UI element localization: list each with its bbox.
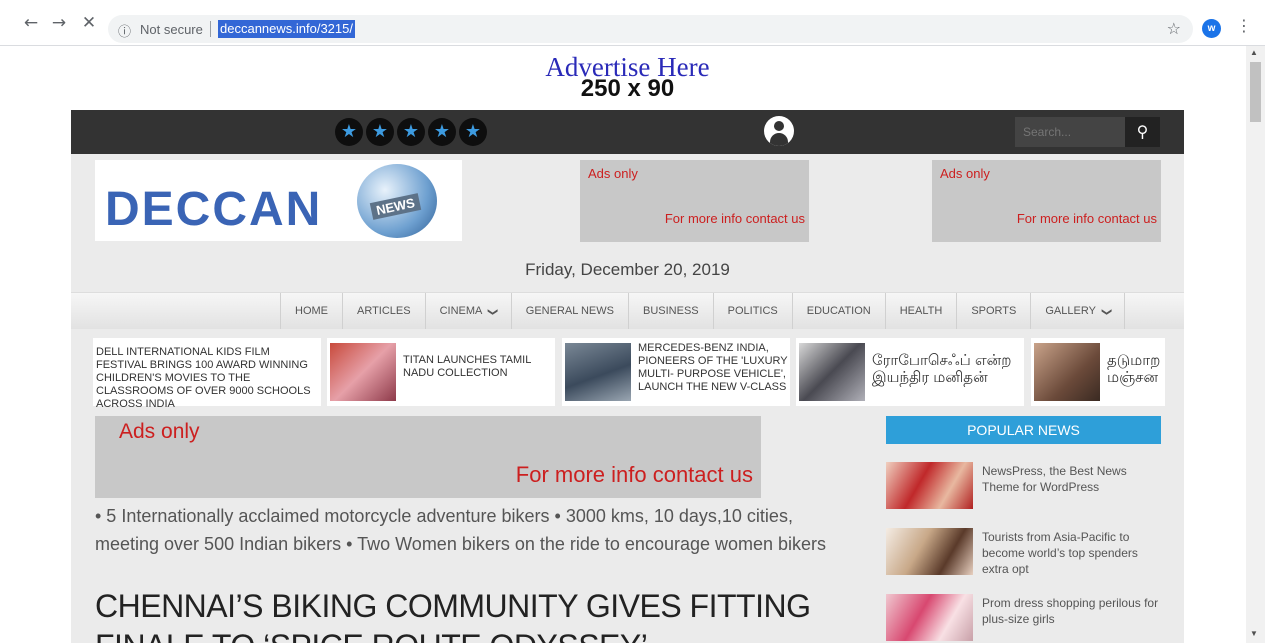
popular-news-thumbnail bbox=[886, 528, 973, 575]
nav-item-cinema[interactable]: CINEMA ❯ bbox=[424, 293, 511, 329]
ad-contact-text: For more info contact us bbox=[1016, 211, 1157, 226]
star-icon[interactable]: ★ bbox=[428, 118, 456, 146]
header-ad-2[interactable]: Ads only For more info contact us bbox=[932, 160, 1161, 242]
star-icon[interactable]: ★ bbox=[335, 118, 363, 146]
ticker-thumbnail bbox=[799, 343, 865, 401]
vertical-scrollbar[interactable]: ▲ ▼ bbox=[1246, 46, 1265, 643]
site-logo[interactable]: DECCAN NEWS bbox=[95, 160, 462, 241]
bookmark-star-icon[interactable]: ☆ bbox=[1167, 19, 1181, 38]
nav-item-education[interactable]: EDUCATION bbox=[791, 293, 885, 329]
security-label[interactable]: Not secure bbox=[140, 22, 203, 37]
nav-item-articles[interactable]: ARTICLES bbox=[342, 293, 425, 329]
star-icon[interactable]: ★ bbox=[459, 118, 487, 146]
nav-item-sports[interactable]: SPORTS bbox=[956, 293, 1030, 329]
scroll-down-arrow-icon[interactable]: ▼ bbox=[1250, 629, 1258, 638]
forward-button[interactable]: → bbox=[50, 14, 68, 32]
search-input[interactable] bbox=[1015, 117, 1125, 147]
nav-item-business[interactable]: BUSINESS bbox=[628, 293, 713, 329]
profile-avatar[interactable]: w bbox=[1202, 19, 1221, 38]
ticker-thumbnail bbox=[330, 343, 396, 401]
chevron-down-icon: ❯ bbox=[487, 307, 499, 317]
ticker-item[interactable]: MERCEDES-BENZ INDIA, PIONEERS OF THE 'LU… bbox=[562, 338, 790, 406]
stop-loading-button[interactable]: ✕ bbox=[80, 14, 98, 32]
ticker-item-title: DELL INTERNATIONAL KIDS FILM FESTIVAL BR… bbox=[96, 346, 311, 410]
nav-item-general-news[interactable]: GENERAL NEWS bbox=[510, 293, 628, 329]
ticker-item[interactable]: தடுமாற மஞ்சன bbox=[1031, 338, 1165, 406]
star-icon[interactable]: ★ bbox=[366, 118, 394, 146]
ticker-item-title: MERCEDES-BENZ INDIA, PIONEERS OF THE 'LU… bbox=[638, 342, 788, 393]
ticker-item[interactable]: DELL INTERNATIONAL KIDS FILM FESTIVAL BR… bbox=[93, 338, 321, 410]
address-bar[interactable]: ⓘ Not secure deccannews.info/3215/ ☆ bbox=[108, 15, 1193, 43]
top-ad-line2: 250 x 90 bbox=[580, 75, 675, 102]
main-ad-banner[interactable]: Ads only For more info contact us bbox=[95, 416, 761, 498]
ticker-item-title: ரோபோசெஃப் என்ற இயந்திர மனிதன் bbox=[872, 352, 1012, 386]
popular-news-item[interactable]: Prom dress shopping perilous for plus-si… bbox=[886, 594, 1161, 643]
popular-news-title: NewsPress, the Best News Theme for WordP… bbox=[982, 464, 1127, 494]
ad-label: Ads only bbox=[588, 166, 638, 181]
search-icon: ⚲ bbox=[1136, 122, 1149, 141]
article-headline[interactable]: CHENNAI’S BIKING COMMUNITY GIVES FITTING… bbox=[95, 586, 875, 643]
nav-item-health[interactable]: HEALTH bbox=[884, 293, 957, 329]
popular-news-thumbnail bbox=[886, 462, 973, 509]
article-lead: • 5 Internationally acclaimed motorcycle… bbox=[95, 506, 827, 554]
rating-stars: ★ ★ ★ ★ ★ bbox=[335, 118, 487, 146]
ad-contact-text: For more info contact us bbox=[515, 462, 753, 487]
star-icon[interactable]: ★ bbox=[397, 118, 425, 146]
back-button[interactable]: ← bbox=[22, 14, 40, 32]
popular-news-heading: POPULAR NEWS bbox=[886, 416, 1161, 444]
info-icon[interactable]: ⓘ bbox=[118, 21, 131, 40]
page-viewport: Advertise Here 250 x 90 ★ ★ ★ ★ ★ ⚲ DECC… bbox=[0, 46, 1246, 643]
scrollbar-thumb[interactable] bbox=[1250, 62, 1261, 122]
ad-contact-text: For more info contact us bbox=[664, 211, 805, 226]
popular-news-title: Tourists from Asia-Pacific to become wor… bbox=[982, 530, 1138, 576]
ticker-item-title: TITAN LAUNCHES TAMIL NADU COLLECTION bbox=[403, 354, 531, 379]
logo-wordmark: DECCAN bbox=[105, 183, 323, 236]
ticker-item-title: தடுமாற மஞ்சன bbox=[1107, 352, 1161, 386]
ticker-item[interactable]: ரோபோசெஃப் என்ற இயந்திர மனிதன் bbox=[796, 338, 1024, 406]
main-nav: HOME ARTICLES CINEMA ❯ GENERAL NEWS BUSIN… bbox=[71, 292, 1184, 329]
browser-menu-icon[interactable]: ⋮ bbox=[1236, 16, 1252, 35]
ad-label: Ads only bbox=[940, 166, 990, 181]
close-icon: ✕ bbox=[81, 13, 97, 33]
user-account-icon[interactable] bbox=[764, 116, 794, 146]
back-arrow-icon: ← bbox=[23, 13, 39, 33]
top-ad-banner[interactable]: Advertise Here 250 x 90 bbox=[71, 46, 1184, 110]
browser-toolbar: ← → ✕ ⓘ Not secure deccannews.info/3215/… bbox=[0, 0, 1265, 46]
site-container: Advertise Here 250 x 90 ★ ★ ★ ★ ★ ⚲ DECC… bbox=[71, 46, 1184, 643]
current-date: Friday, December 20, 2019 bbox=[525, 260, 730, 279]
header-ad-1[interactable]: Ads only For more info contact us bbox=[580, 160, 809, 242]
nav-item-home[interactable]: HOME bbox=[280, 293, 342, 329]
nav-item-politics[interactable]: POLITICS bbox=[712, 293, 792, 329]
scroll-up-arrow-icon[interactable]: ▲ bbox=[1250, 48, 1258, 57]
chevron-down-icon: ❯ bbox=[1101, 307, 1113, 317]
ticker-thumbnail bbox=[565, 343, 631, 401]
top-bar: ★ ★ ★ ★ ★ ⚲ bbox=[71, 110, 1184, 154]
address-divider bbox=[210, 21, 211, 37]
forward-arrow-icon: → bbox=[51, 13, 67, 33]
ticker-item[interactable]: TITAN LAUNCHES TAMIL NADU COLLECTION bbox=[327, 338, 555, 406]
url-text[interactable]: deccannews.info/3215/ bbox=[218, 20, 355, 38]
search-button[interactable]: ⚲ bbox=[1125, 117, 1160, 147]
popular-news-item[interactable]: NewsPress, the Best News Theme for WordP… bbox=[886, 462, 1161, 512]
popular-news-thumbnail bbox=[886, 594, 973, 641]
ticker-thumbnail bbox=[1034, 343, 1100, 401]
popular-news-item[interactable]: Tourists from Asia-Pacific to become wor… bbox=[886, 528, 1161, 578]
ad-label: Ads only bbox=[119, 420, 200, 443]
nav-item-gallery[interactable]: GALLERY ❯ bbox=[1030, 293, 1126, 329]
popular-news-title: Prom dress shopping perilous for plus-si… bbox=[982, 596, 1159, 626]
